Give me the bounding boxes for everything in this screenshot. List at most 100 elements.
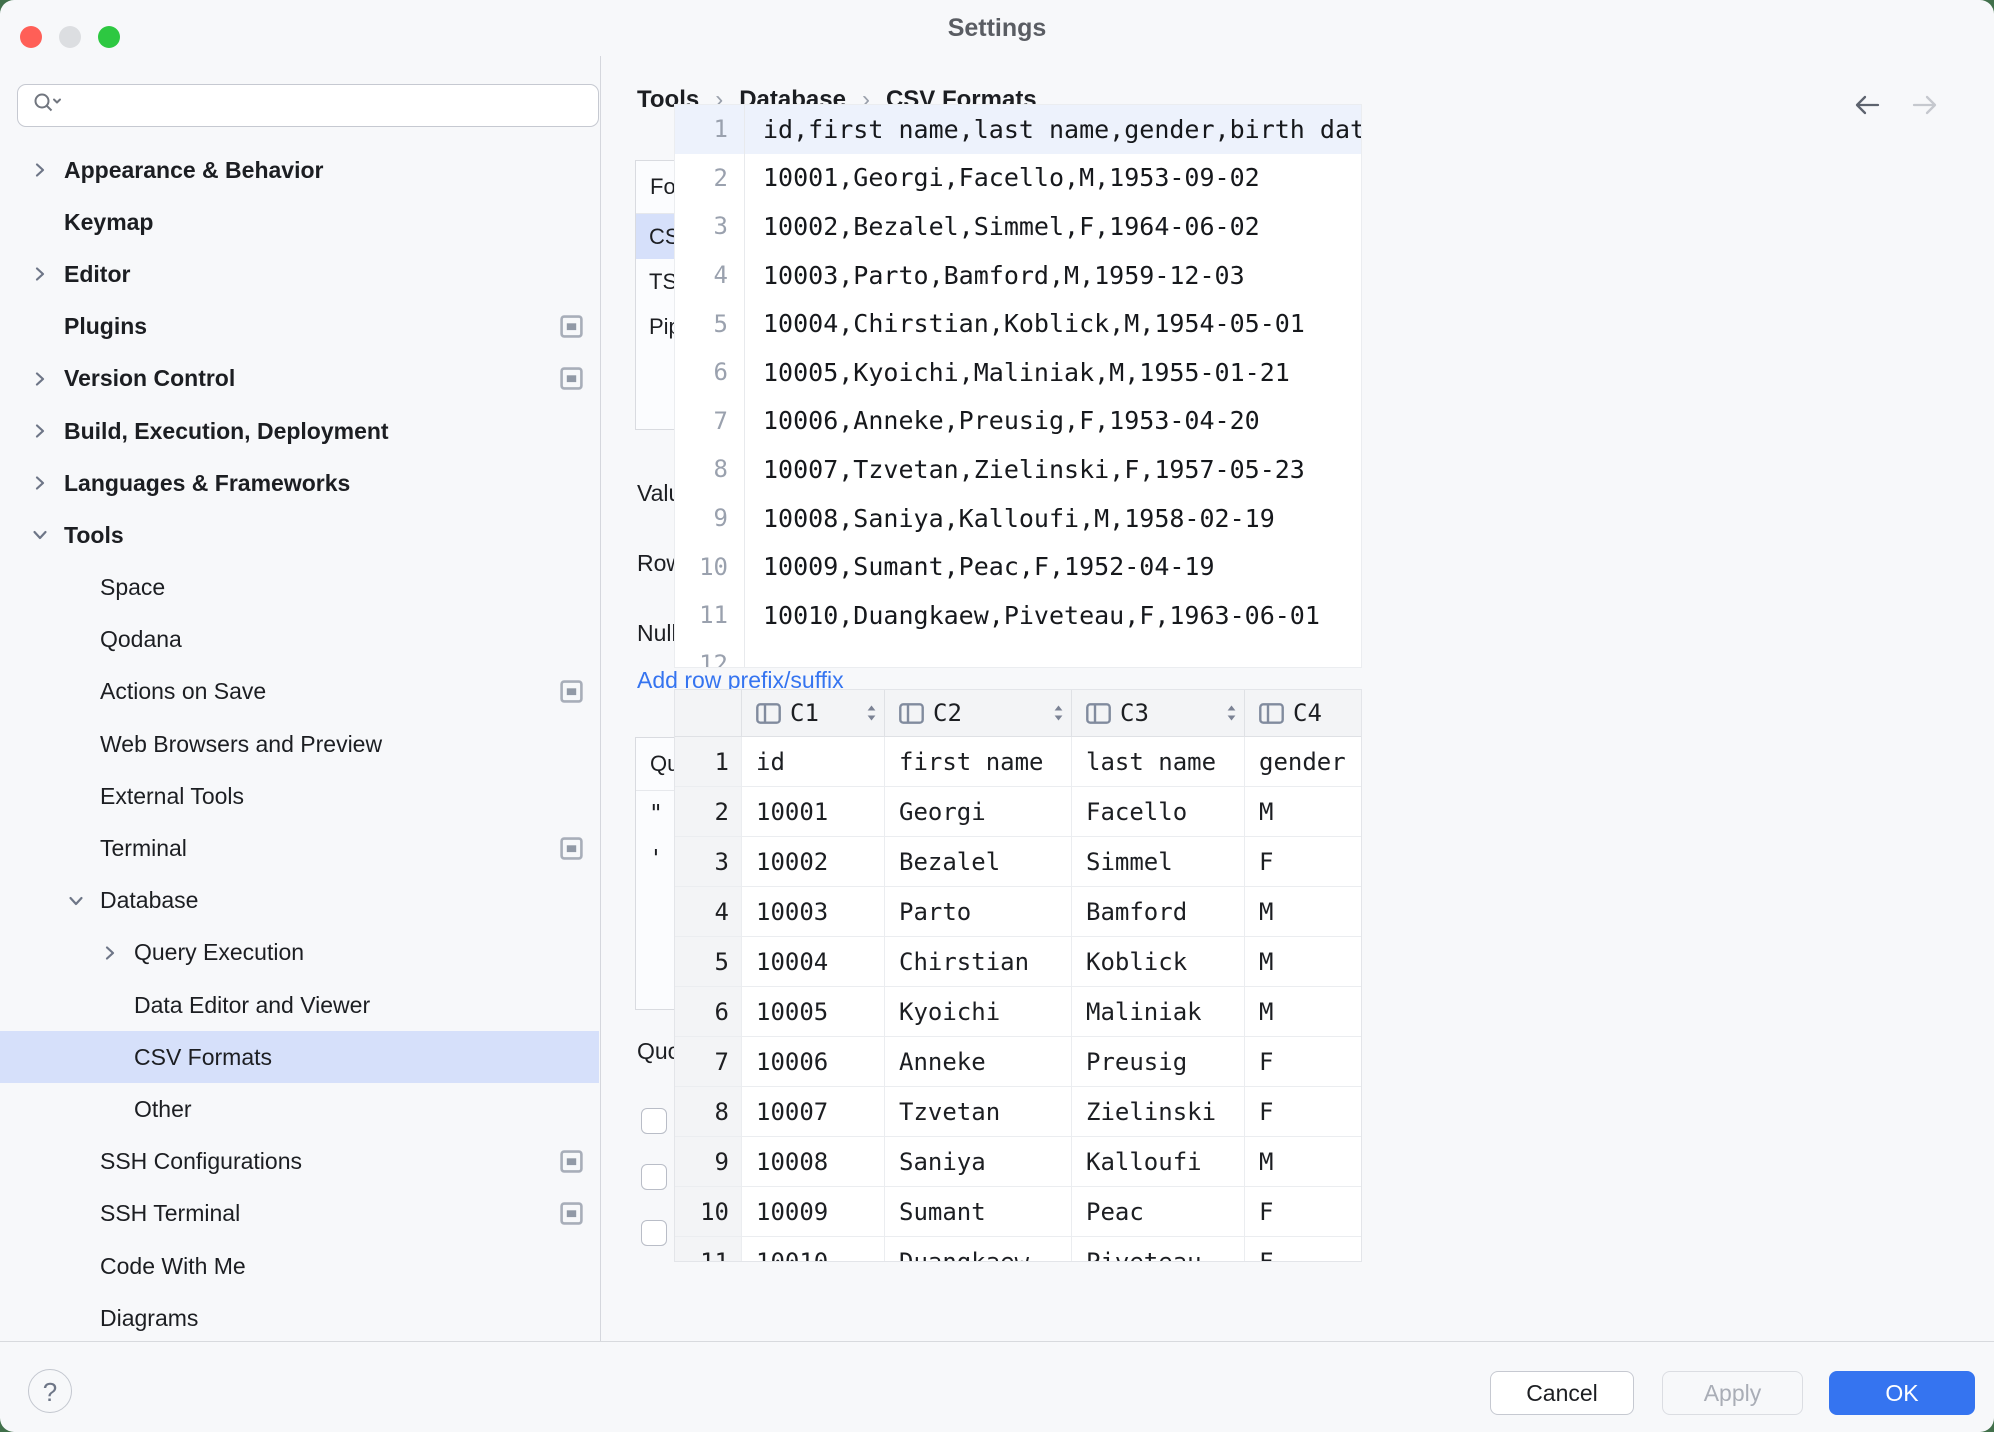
chevron-right-icon[interactable] [30, 473, 50, 493]
table-header-row: C1 C2 C3 C4 [675, 690, 1362, 737]
csv-line-text: 10007,Tzvetan,Zielinski,F,1957-05-23 [745, 455, 1305, 484]
column-header-c1[interactable]: C1 [742, 690, 885, 737]
back-icon[interactable] [1852, 92, 1882, 123]
sidebar-item-csv-formats[interactable]: CSV Formats [0, 1031, 599, 1083]
csv-line-text: 10009,Sumant,Peac,F,1952-04-19 [745, 552, 1215, 581]
table-cell: M [1245, 887, 1362, 937]
table-corner-cell [675, 690, 742, 737]
table-cell: Parto [885, 887, 1072, 937]
ok-button[interactable]: OK [1829, 1371, 1975, 1415]
column-icon [1259, 703, 1284, 724]
column-icon [1086, 703, 1111, 724]
column-header-c3[interactable]: C3 [1072, 690, 1245, 737]
table-cell: Kyoichi [885, 987, 1072, 1037]
sidebar-item-qodana[interactable]: Qodana [0, 614, 599, 666]
sidebar-item-plugins[interactable]: Plugins [0, 301, 599, 353]
sidebar-item-label: Code With Me [100, 1253, 246, 1280]
sidebar-item-label: Build, Execution, Deployment [64, 418, 389, 445]
table-cell: 10004 [742, 937, 885, 987]
sidebar-item-database[interactable]: Database [0, 875, 599, 927]
chevron-down-icon[interactable] [66, 891, 86, 911]
table-row: 710006AnnekePreusigF [675, 1037, 1362, 1087]
line-number: 11 [675, 591, 745, 640]
sidebar-item-tools[interactable]: Tools [0, 509, 599, 561]
sort-icon [1052, 703, 1065, 723]
chevron-right-icon[interactable] [30, 421, 50, 441]
settings-window-icon [560, 367, 583, 390]
sidebar-item-external-tools[interactable]: External Tools [0, 770, 599, 822]
title-bar: Settings [0, 0, 1994, 56]
column-header-c4[interactable]: C4 [1245, 690, 1362, 737]
table-cell: first name [885, 737, 1072, 787]
table-cell: M [1245, 787, 1362, 837]
csv-line-text: 10004,Chirstian,Koblick,M,1954-05-01 [745, 309, 1305, 338]
editor-line: 1110010,Duangkaew,Piveteau,F,1963-06-01 [675, 591, 1361, 640]
csv-preview-editor[interactable]: 1id,first name,last name,gender,birth da… [674, 104, 1362, 668]
column-header-c2[interactable]: C2 [885, 690, 1072, 737]
table-row: 410003PartoBamfordM [675, 887, 1362, 937]
column-title: C2 [933, 699, 962, 727]
sidebar-item-query-execution[interactable]: Query Execution [0, 927, 599, 979]
table-cell: 10007 [742, 1087, 885, 1137]
search-icon [32, 91, 62, 120]
sidebar-item-editor[interactable]: Editor [0, 248, 599, 300]
sidebar-item-label: Space [100, 574, 165, 601]
csv-line-text: 10005,Kyoichi,Maliniak,M,1955-01-21 [745, 358, 1290, 387]
sidebar-item-version-control[interactable]: Version Control [0, 353, 599, 405]
chevron-right-icon[interactable] [30, 369, 50, 389]
table-cell: Maliniak [1072, 987, 1245, 1037]
search-input[interactable] [17, 84, 599, 127]
csv-preview-table[interactable]: C1 C2 C3 C4 1idfirst namelast namegender2 100… [674, 689, 1362, 1262]
csv-line-text: 10002,Bezalel,Simmel,F,1964-06-02 [745, 212, 1260, 241]
sidebar-item-keymap[interactable]: Keymap [0, 196, 599, 248]
sidebar-item-space[interactable]: Space [0, 562, 599, 614]
sidebar-item-label: Diagrams [100, 1305, 198, 1332]
editor-line: 310002,Bezalel,Simmel,F,1964-06-02 [675, 202, 1361, 251]
sidebar-item-label: Other [134, 1096, 192, 1123]
chevron-right-icon[interactable] [100, 943, 120, 963]
sidebar-item-terminal[interactable]: Terminal [0, 822, 599, 874]
chevron-down-icon[interactable] [30, 525, 50, 545]
csv-line-text: 10001,Georgi,Facello,M,1953-09-02 [745, 163, 1260, 192]
row-number-cell: 9 [675, 1137, 742, 1187]
line-number: 10 [675, 542, 745, 591]
column-title: C4 [1293, 699, 1322, 727]
table-row: 1idfirst namelast namegender [675, 737, 1362, 787]
cancel-button[interactable]: Cancel [1490, 1371, 1634, 1415]
sidebar-item-label: Languages & Frameworks [64, 470, 350, 497]
sidebar-item-ssh-configurations[interactable]: SSH Configurations [0, 1136, 599, 1188]
chevron-right-icon[interactable] [30, 264, 50, 284]
settings-sidebar: Appearance & BehaviorKeymapEditorPlugins… [0, 56, 601, 1341]
sidebar-item-languages-frameworks[interactable]: Languages & Frameworks [0, 457, 599, 509]
first-column-is-header-checkbox[interactable] [641, 1220, 667, 1246]
sidebar-item-code-with-me[interactable]: Code With Me [0, 1240, 599, 1292]
sidebar-item-label: Web Browsers and Preview [100, 731, 382, 758]
csv-line-text: 10008,Saniya,Kalloufi,M,1958-02-19 [745, 504, 1275, 533]
trim-whitespaces-checkbox[interactable] [641, 1108, 667, 1134]
sidebar-item-data-editor-and-viewer[interactable]: Data Editor and Viewer [0, 979, 599, 1031]
row-number-cell: 5 [675, 937, 742, 987]
table-cell: Chirstian [885, 937, 1072, 987]
sidebar-item-ssh-terminal[interactable]: SSH Terminal [0, 1188, 599, 1240]
help-button[interactable]: ? [28, 1369, 72, 1413]
sidebar-item-actions-on-save[interactable]: Actions on Save [0, 666, 599, 718]
sidebar-item-other[interactable]: Other [0, 1083, 599, 1135]
sidebar-item-appearance-behavior[interactable]: Appearance & Behavior [0, 144, 599, 196]
chevron-right-icon[interactable] [30, 160, 50, 180]
row-number-cell: 2 [675, 787, 742, 837]
settings-window-icon [560, 315, 583, 338]
sidebar-item-web-browsers-and-preview[interactable]: Web Browsers and Preview [0, 718, 599, 770]
table-cell: 10008 [742, 1137, 885, 1187]
sidebar-item-diagrams[interactable]: Diagrams [0, 1292, 599, 1341]
table-cell: Duangkaew [885, 1237, 1072, 1262]
row-number-cell: 3 [675, 837, 742, 887]
table-cell: Piveteau [1072, 1237, 1245, 1262]
line-number: 9 [675, 494, 745, 543]
sort-icon [1225, 703, 1238, 723]
apply-button: Apply [1662, 1371, 1803, 1415]
column-title: C3 [1120, 699, 1149, 727]
first-row-is-header-checkbox[interactable] [641, 1164, 667, 1190]
sidebar-item-build-execution-deployment[interactable]: Build, Execution, Deployment [0, 405, 599, 457]
table-row: 910008SaniyaKalloufiM [675, 1137, 1362, 1187]
line-number: 6 [675, 348, 745, 397]
